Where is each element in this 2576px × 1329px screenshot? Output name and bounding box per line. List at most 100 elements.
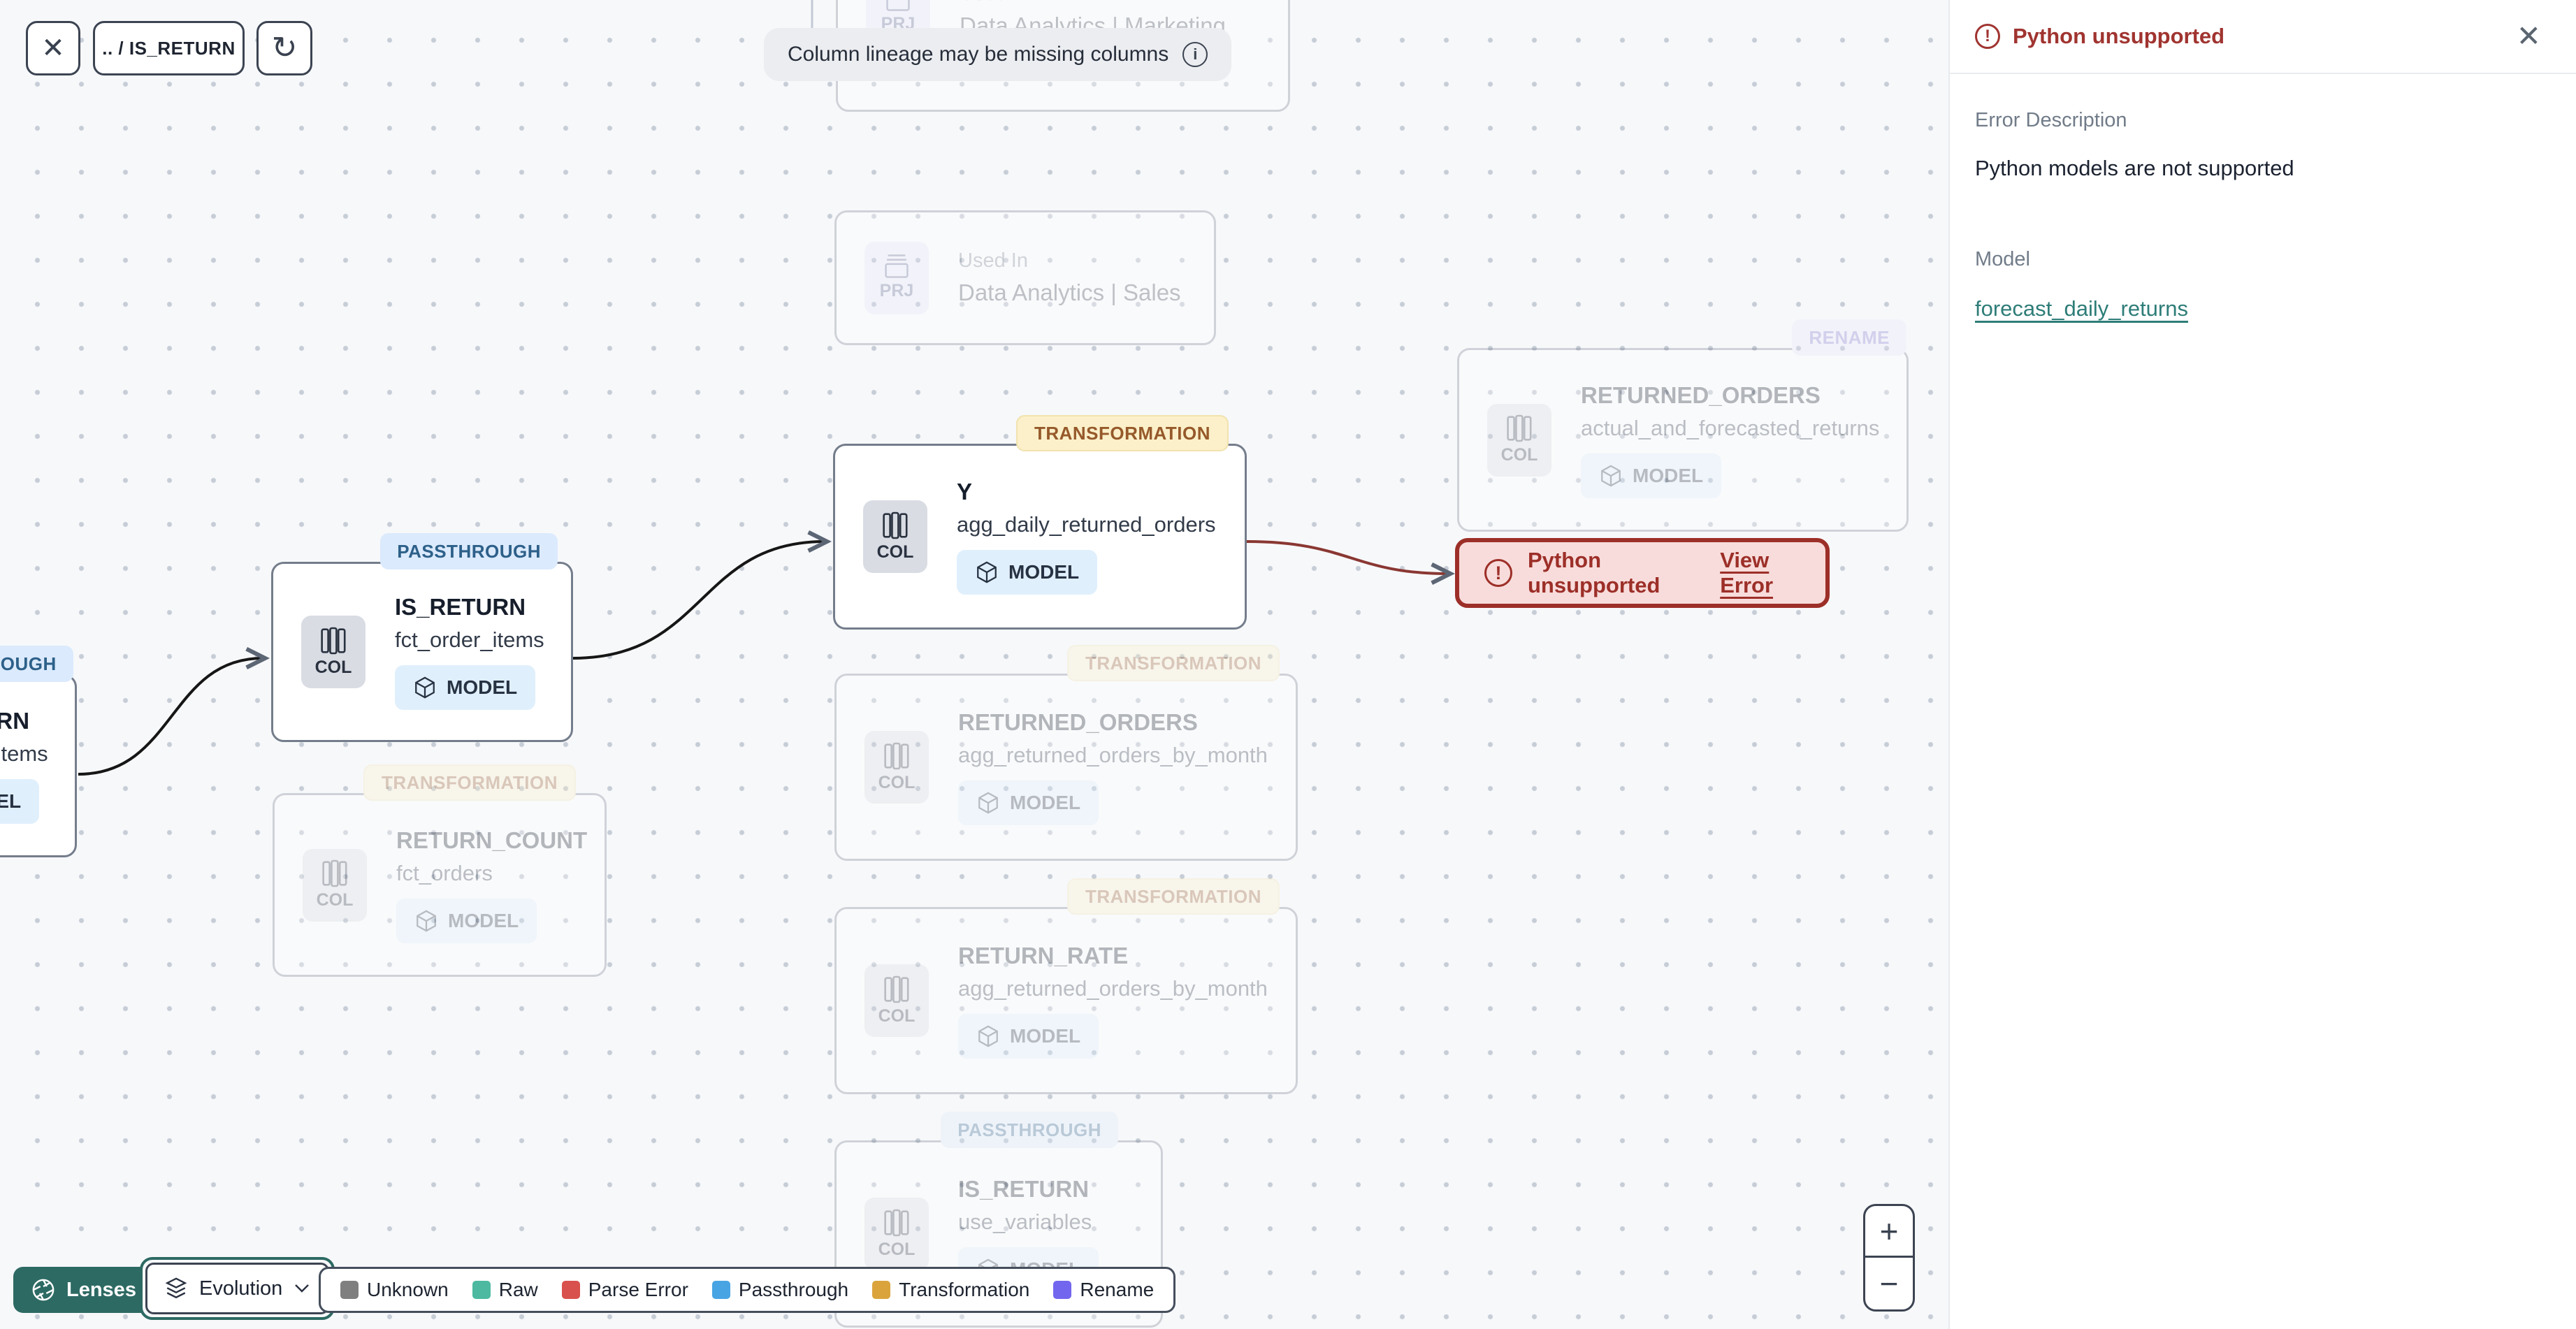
panel-close-icon[interactable]: ✕ bbox=[2517, 22, 2541, 51]
model-badge: MODEL bbox=[957, 550, 1098, 595]
project-icon bbox=[886, 0, 910, 11]
legend-item-transformation: Transformation bbox=[872, 1279, 1029, 1301]
passthrough-swatch bbox=[711, 1281, 730, 1299]
zoom-out-button[interactable]: − bbox=[1865, 1258, 1913, 1309]
lens-select-focus-ring: Evolution bbox=[140, 1257, 335, 1320]
column-name: IS_RETURN bbox=[0, 708, 30, 734]
error-description-label: Error Description bbox=[1975, 109, 2127, 131]
model-name: agg_daily_returned_orders bbox=[957, 512, 1216, 537]
columns-icon bbox=[884, 1209, 909, 1236]
node-is-return-fct-order-items[interactable]: PASSTHROUGH COL IS_RETURN fct_order_item… bbox=[271, 533, 573, 742]
model-name: fct_order_items bbox=[395, 627, 544, 652]
column-tag: COL bbox=[864, 1198, 929, 1270]
cube-icon bbox=[977, 561, 997, 583]
error-icon: ! bbox=[1484, 559, 1512, 587]
columns-icon bbox=[883, 511, 908, 539]
columns-icon bbox=[322, 859, 347, 887]
close-icon: ✕ bbox=[41, 33, 65, 64]
refresh-button[interactable]: ↻ bbox=[256, 21, 312, 75]
cube-icon bbox=[978, 1025, 998, 1047]
view-error-link[interactable]: View Error bbox=[1720, 548, 1800, 598]
legend-item-passthrough: Passthrough bbox=[711, 1279, 848, 1301]
cube-icon bbox=[417, 910, 436, 931]
columns-icon bbox=[884, 975, 909, 1003]
lens-legend: Unknown Raw Parse Error Passthrough Tran… bbox=[319, 1267, 1176, 1313]
chevron-down-icon bbox=[295, 1284, 310, 1293]
model-name: use_variables bbox=[958, 1210, 1092, 1234]
model-badge: MODEL bbox=[1581, 453, 1722, 498]
column-tag: COL bbox=[864, 731, 929, 804]
model-name: fct_order_items bbox=[0, 741, 48, 766]
layers-icon bbox=[165, 1277, 187, 1299]
used-in-label: Used In bbox=[958, 249, 1028, 272]
raw-swatch bbox=[472, 1281, 491, 1299]
zoom-controls: + − bbox=[1863, 1204, 1915, 1312]
lenses-button[interactable]: Lenses bbox=[13, 1267, 154, 1313]
used-in-value: Data Analytics | Sales bbox=[958, 279, 1181, 305]
lenses-label: Lenses bbox=[66, 1278, 136, 1301]
node-used-in-sales[interactable]: PRJ Used In Data Analytics | Sales bbox=[834, 210, 1216, 345]
breadcrumb-label: .. / IS_RETURN bbox=[102, 37, 236, 59]
lineage-canvas[interactable]: PRJ Used In Data Analytics | Marketing P… bbox=[0, 0, 1948, 1329]
rename-swatch bbox=[1053, 1281, 1072, 1299]
lineage-warning-banner: Column lineage may be missing columns i bbox=[764, 28, 1232, 81]
column-name: Y bbox=[957, 479, 973, 504]
node-return-count[interactable]: TRANSFORMATION COL RETURN_COUNT fct_orde… bbox=[273, 764, 607, 977]
column-tag: COL bbox=[1487, 403, 1551, 477]
evolution-label: Evolution bbox=[199, 1277, 283, 1300]
column-tag: COL bbox=[863, 500, 927, 573]
error-label: Python unsupported bbox=[1528, 548, 1660, 597]
columns-icon bbox=[1507, 414, 1532, 442]
column-name: IS_RETURN bbox=[958, 1176, 1090, 1202]
cube-icon bbox=[1601, 465, 1621, 486]
columns-icon bbox=[884, 742, 909, 769]
node-return-rate[interactable]: TRANSFORMATION COL RETURN_RATE agg_retur… bbox=[834, 878, 1298, 1094]
column-name: RETURNED_ORDERS bbox=[1581, 382, 1821, 408]
project-icon bbox=[885, 254, 909, 278]
refresh-icon: ↻ bbox=[271, 31, 298, 65]
unknown-swatch bbox=[340, 1281, 359, 1299]
edge-isreturn-to-aggdaily bbox=[572, 542, 825, 660]
model-badge: MODEL bbox=[0, 779, 40, 824]
model-name: actual_and_forecasted_returns bbox=[1581, 415, 1880, 440]
model-label: Model bbox=[1975, 248, 2030, 270]
node-returned-orders-forecasted[interactable]: RENAME COL RETURNED_ORDERS actual_and_fo… bbox=[1457, 319, 1909, 532]
node-returned-orders-by-month[interactable]: TRANSFORMATION COL RETURNED_ORDERS agg_r… bbox=[834, 645, 1298, 861]
error-description-value: Python models are not supported bbox=[1975, 156, 2294, 180]
legend-item-rename: Rename bbox=[1053, 1279, 1154, 1301]
model-badge: MODEL bbox=[395, 665, 536, 710]
transformation-swatch bbox=[872, 1281, 891, 1299]
column-tag: COL bbox=[301, 616, 366, 688]
error-node-python-unsupported[interactable]: ! Python unsupported View Error bbox=[1455, 538, 1830, 608]
node-is-return-upstream[interactable]: PASSTHROUGH COL IS_RETURN fct_order_item… bbox=[0, 646, 77, 857]
close-lineage-button[interactable]: ✕ bbox=[26, 21, 80, 75]
model-badge: MODEL bbox=[958, 1014, 1099, 1059]
legend-item-unknown: Unknown bbox=[340, 1279, 449, 1301]
column-tag: COL bbox=[303, 848, 367, 922]
edge-cutleft-to-isreturn bbox=[78, 658, 263, 776]
project-tag: PRJ bbox=[864, 241, 929, 314]
info-icon[interactable]: i bbox=[1182, 42, 1208, 67]
breadcrumb[interactable]: .. / IS_RETURN bbox=[93, 21, 245, 75]
legend-item-raw: Raw bbox=[472, 1279, 538, 1301]
model-name: agg_returned_orders_by_month bbox=[958, 976, 1268, 1001]
columns-icon bbox=[321, 627, 346, 654]
node-y-agg-daily-returned-orders[interactable]: TRANSFORMATION COL Y agg_daily_returned_… bbox=[833, 415, 1247, 630]
used-in-label: Used In bbox=[960, 0, 1226, 6]
parse-error-swatch bbox=[561, 1281, 580, 1299]
model-name: agg_returned_orders_by_month bbox=[958, 743, 1268, 767]
error-details-panel: ! Python unsupported ✕ Error Description… bbox=[1948, 0, 2576, 1329]
column-tag: COL bbox=[864, 964, 929, 1037]
panel-header: ! Python unsupported ✕ bbox=[1950, 0, 2576, 74]
column-name: RETURN_COUNT bbox=[396, 827, 588, 853]
panel-body: Error Description Python models are not … bbox=[1950, 74, 2576, 356]
banner-text: Column lineage may be missing columns bbox=[788, 43, 1169, 66]
edge-aggdaily-to-error bbox=[1246, 540, 1448, 574]
evolution-dropdown[interactable]: Evolution bbox=[145, 1263, 330, 1314]
zoom-in-button[interactable]: + bbox=[1865, 1206, 1913, 1258]
cube-icon bbox=[415, 676, 435, 699]
model-name: fct_orders bbox=[396, 860, 493, 885]
model-link[interactable]: forecast_daily_returns bbox=[1975, 296, 2188, 321]
column-name: IS_RETURN bbox=[395, 594, 526, 620]
model-badge: MODEL bbox=[396, 898, 537, 943]
